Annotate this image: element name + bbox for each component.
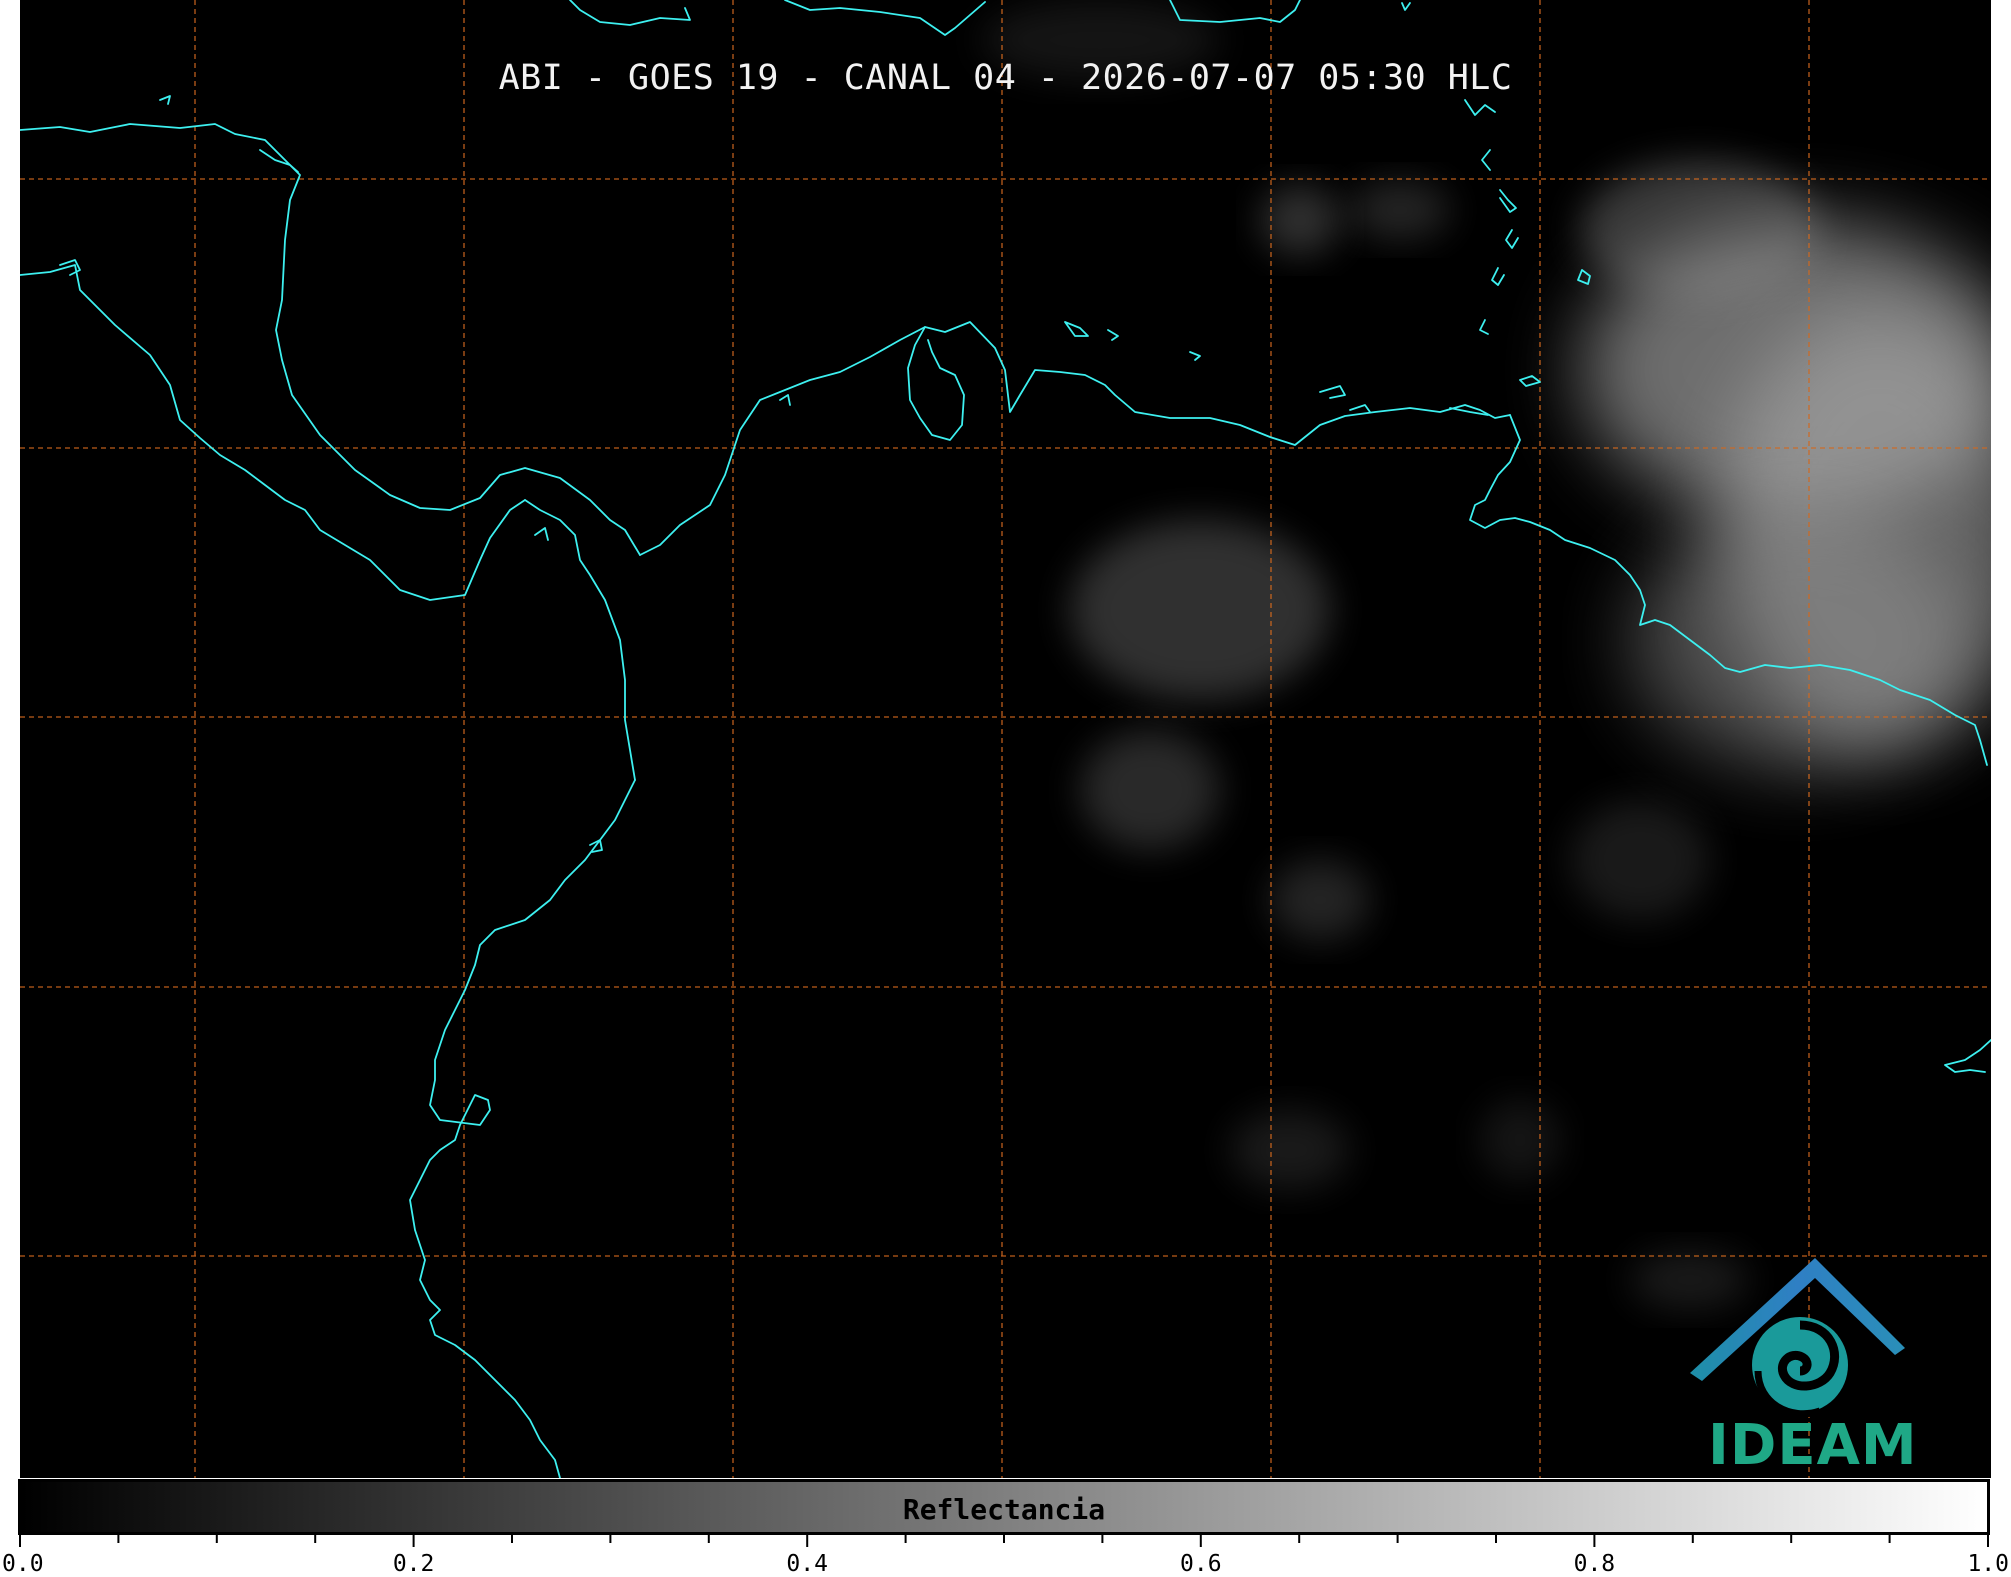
coastline-antilles <box>1499 189 1517 213</box>
coastline-hispaniola <box>784 0 986 36</box>
coastline-central-america-pacific <box>20 264 526 601</box>
colorbar-tick-label: 0.4 <box>786 1551 828 1577</box>
coastline-antilles <box>1577 269 1591 285</box>
coastline-island <box>1107 329 1119 341</box>
cloud-mass <box>1570 800 1710 920</box>
coastline-orinoco <box>1944 1039 1991 1073</box>
coastline-island <box>1349 404 1371 413</box>
coastline-cuba <box>569 0 691 26</box>
colorbar-tick-label: 0.2 <box>392 1551 435 1577</box>
colorbar-tick-label: 0.0 <box>2 1551 44 1577</box>
cloud-mass <box>1260 185 1340 255</box>
coastline-antilles <box>1481 149 1491 171</box>
coastline-antilles <box>1464 99 1496 116</box>
cloud-mass <box>1350 180 1450 240</box>
coastline-island <box>534 527 549 541</box>
cloud-mass <box>1270 860 1370 940</box>
coastline-antilles <box>1491 267 1505 286</box>
satellite-map[interactable]: ABI - GOES 19 - CANAL 04 - 2026-07-07 05… <box>20 0 1991 1478</box>
ideam-emblem-icon <box>1690 1258 1905 1418</box>
ideam-logo: IDEAM <box>1680 1253 1917 1478</box>
coastline-island <box>1189 351 1201 361</box>
coastline-island <box>779 394 791 406</box>
coastline-colombia-caribbean <box>639 321 1511 556</box>
coastline-antilles <box>1401 2 1411 11</box>
cloud-mass <box>1580 160 1820 300</box>
coastline-guajira <box>907 326 965 441</box>
colorbar-tick-label: 1.0 <box>1967 1551 2009 1577</box>
cloud-imagery <box>980 0 1991 1310</box>
coastline-mexico <box>20 123 641 556</box>
coastline-antilles <box>1479 319 1489 335</box>
coastline-antilles <box>1505 229 1519 249</box>
coastline-colombia-pacific <box>409 779 636 1478</box>
colorbar-tick-label: 0.8 <box>1573 1551 1616 1577</box>
cloud-mass <box>1070 520 1330 700</box>
coastline-island <box>1064 321 1089 337</box>
cloud-mass <box>1630 510 1970 770</box>
cloud-mass <box>1230 1110 1350 1190</box>
colorbar-tick-label: 0.6 <box>1180 1551 1222 1577</box>
cloud-mass <box>1480 1100 1560 1180</box>
coastline-panama <box>524 499 636 781</box>
map-title: ABI - GOES 19 - CANAL 04 - 2026-07-07 05… <box>498 58 1513 98</box>
coastline-island <box>1319 385 1346 399</box>
colorbar: Reflectancia <box>18 1479 1990 1535</box>
coastline-antilles <box>1519 375 1541 387</box>
cloud-mass <box>1080 730 1220 850</box>
colorbar-label: Reflectancia <box>902 1493 1106 1526</box>
logo-text: IDEAM <box>1708 1413 1918 1478</box>
